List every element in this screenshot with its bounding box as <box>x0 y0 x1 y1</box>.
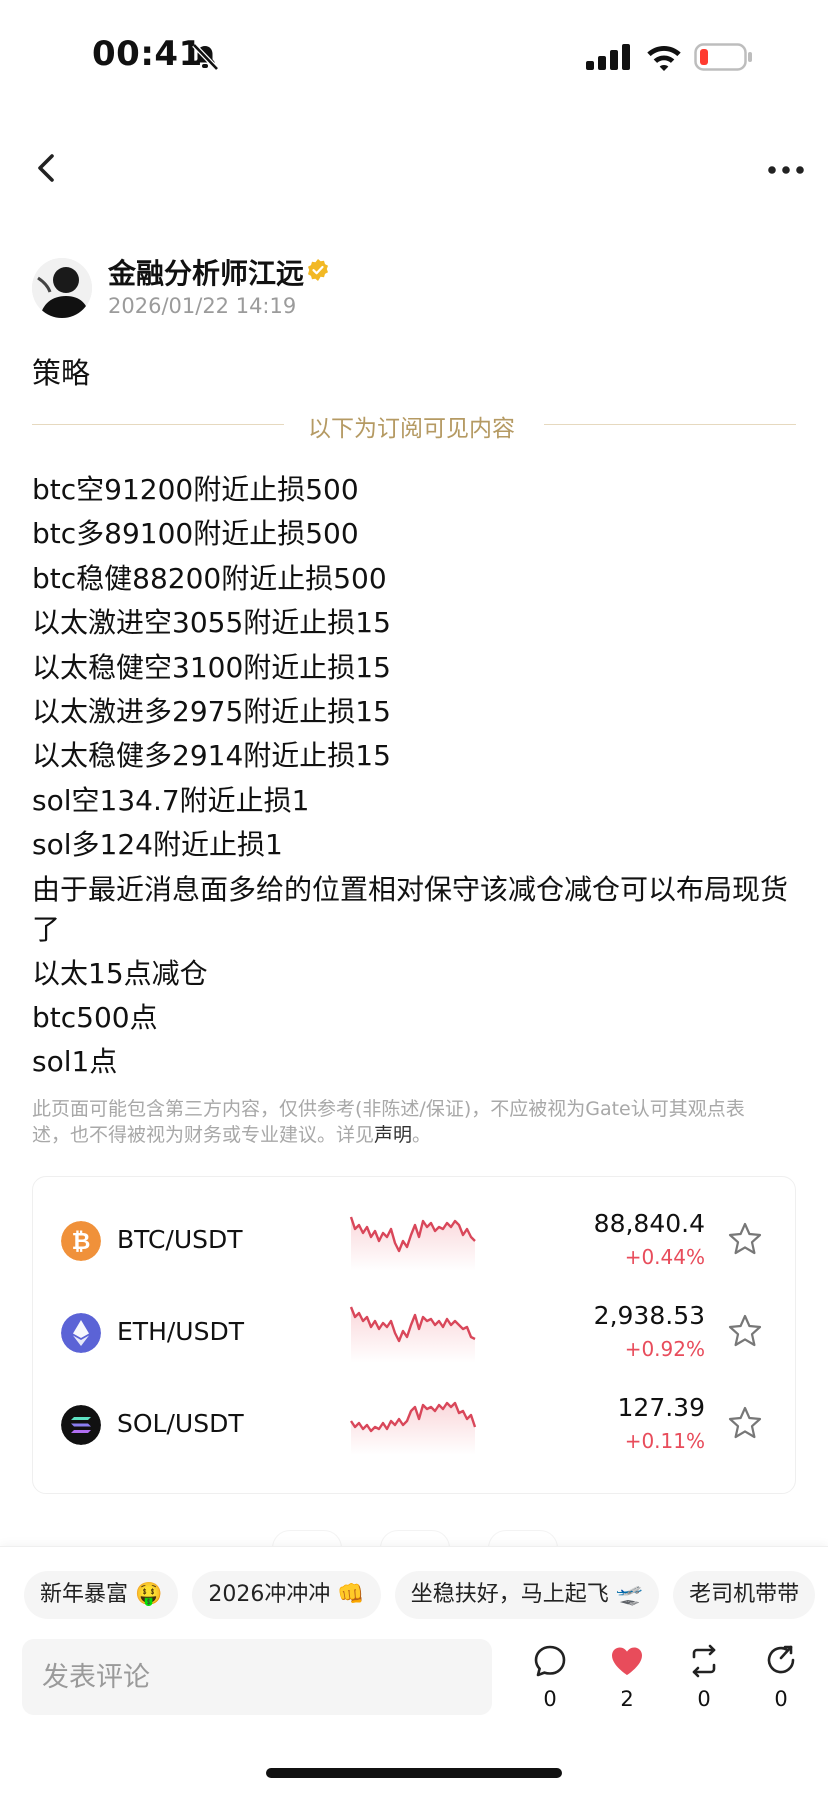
disclaimer-link[interactable]: 声明 <box>374 1124 412 1146</box>
like-count: 2 <box>620 1687 634 1711</box>
market-change: +0.92% <box>624 1337 705 1361</box>
post-line: btc500点 <box>32 1001 158 1035</box>
post-line: 以太稳健空3100附近止损15 <box>32 650 391 684</box>
market-pair: BTC/USDT <box>117 1225 243 1254</box>
market-price: 2,938.53 <box>593 1301 705 1330</box>
post-line: sol多124附近止损1 <box>32 828 283 862</box>
market-price: 88,840.4 <box>593 1209 705 1238</box>
subscriber-divider-label: 以下为订阅可见内容 <box>308 416 515 442</box>
share-icon <box>767 1645 795 1674</box>
wifi-icon <box>647 46 681 71</box>
post-line: 由于最近消息面多给的位置相对保守该减仓减仓可以布局现货了 <box>32 872 789 946</box>
post-line: 以太激进多2975附近止损15 <box>32 695 391 729</box>
heart-icon <box>612 1647 642 1675</box>
repost-icon <box>692 1644 716 1678</box>
post-body: btc空91200附近止损500 btc多89100附近止损500 btc稳健8… <box>32 468 802 1085</box>
comment-action[interactable]: 0 <box>520 1643 580 1711</box>
market-change: +0.44% <box>624 1245 705 1269</box>
quick-reply-chip[interactable]: 老司机带带 <box>673 1571 816 1619</box>
home-indicator[interactable] <box>266 1768 562 1778</box>
quick-reply-chip[interactable]: 2026冲冲冲 👊 <box>192 1571 381 1619</box>
market-row-btc[interactable]: ₿ BTC/USDT 88,840.4 +0.44% <box>33 1195 795 1285</box>
market-price: 127.39 <box>617 1393 705 1422</box>
share-count: 0 <box>774 1687 788 1711</box>
comment-bubble-icon <box>534 1645 566 1677</box>
battery-icon <box>694 43 752 71</box>
disclaimer: 此页面可能包含第三方内容，仅供参考(非陈述/保证)，不应被视为Gate认可其观点… <box>32 1096 782 1148</box>
comment-input[interactable] <box>22 1639 492 1715</box>
sparkline-eth <box>349 1306 476 1363</box>
more-options-icon[interactable] <box>764 155 808 185</box>
post-line: 以太激进空3055附近止损15 <box>32 606 391 640</box>
market-change: +0.11% <box>624 1429 705 1453</box>
verified-badge-icon <box>308 259 328 281</box>
share-action[interactable]: 0 <box>751 1643 811 1711</box>
divider-line-left <box>32 424 284 425</box>
market-pair: ETH/USDT <box>117 1317 244 1346</box>
post-title: 策略 <box>32 356 91 390</box>
post-date: 2026/01/22 14:19 <box>108 294 297 318</box>
bitcoin-icon: ₿ <box>61 1221 101 1261</box>
like-action[interactable]: 2 <box>597 1643 657 1711</box>
quick-reply-chip[interactable]: 坐稳扶好，马上起飞 🛫 <box>394 1571 660 1619</box>
svg-text:₿: ₿ <box>72 1229 91 1255</box>
post-line: btc空91200附近止损500 <box>32 473 359 506</box>
market-row-eth[interactable]: ETH/USDT 2,938.53 +0.92% <box>33 1287 795 1377</box>
post-line: btc稳健88200附近止损500 <box>32 561 387 595</box>
ethereum-icon <box>61 1313 101 1353</box>
comment-box[interactable] <box>22 1639 492 1715</box>
solana-icon <box>61 1405 101 1445</box>
post-line: 以太稳健多2914附近止损15 <box>32 739 391 773</box>
quick-reply-chips: 新年暴富 🤑 2026冲冲冲 👊 坐稳扶好，马上起飞 🛫 老司机带带 <box>24 1571 828 1619</box>
repost-action[interactable]: 0 <box>674 1643 734 1711</box>
post-line: btc多89100附近止损500 <box>32 517 359 551</box>
post-line: 以太15点减仓 <box>32 956 208 990</box>
market-card: ₿ BTC/USDT 88,840.4 +0.44% ETH/USDT 2,93… <box>32 1176 796 1494</box>
quick-reply-chip[interactable]: 新年暴富 🤑 <box>24 1571 179 1619</box>
back-icon[interactable] <box>30 148 66 188</box>
post-line: sol1点 <box>32 1045 118 1079</box>
sparkline-btc <box>349 1216 476 1271</box>
star-icon[interactable] <box>727 1405 763 1441</box>
bell-muted-icon <box>192 43 219 71</box>
disclaimer-end: 。 <box>412 1124 432 1146</box>
divider-line-right <box>544 424 796 425</box>
comment-count: 0 <box>543 1687 557 1711</box>
post-line: sol空134.7附近止损1 <box>32 783 310 817</box>
avatar[interactable] <box>32 258 92 318</box>
sparkline-sol <box>350 1401 477 1455</box>
repost-count: 0 <box>697 1687 711 1711</box>
bottom-panel: 新年暴富 🤑 2026冲冲冲 👊 坐稳扶好，马上起飞 🛫 老司机带带 0 2 0 0 <box>0 1546 828 1796</box>
star-icon[interactable] <box>727 1313 763 1349</box>
star-icon[interactable] <box>727 1221 763 1257</box>
status-time: 00:41 <box>92 34 203 74</box>
signal-icon <box>586 44 630 70</box>
market-pair: SOL/USDT <box>117 1409 244 1438</box>
author-name[interactable]: 金融分析师江远 <box>108 252 304 292</box>
market-row-sol[interactable]: SOL/USDT 127.39 +0.11% <box>33 1379 795 1469</box>
